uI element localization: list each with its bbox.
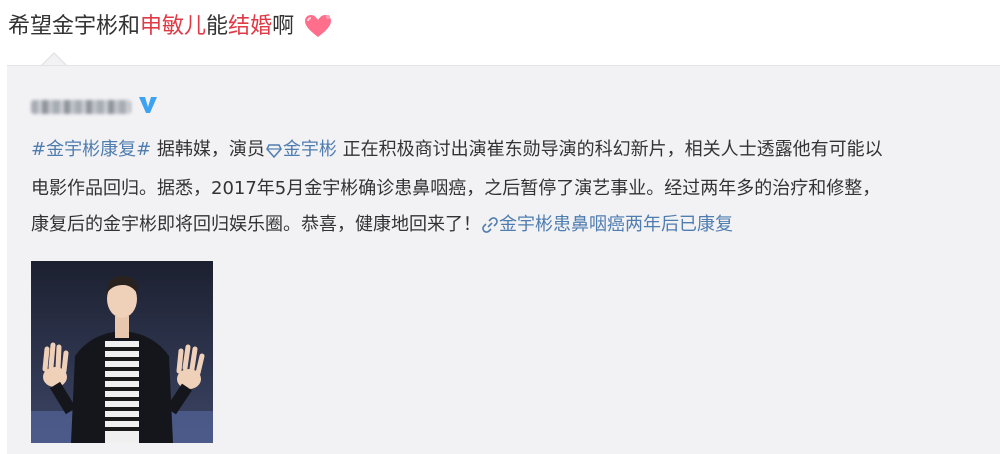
title-text-2: 能 xyxy=(206,14,229,39)
title-highlight-name: 申敏儿 xyxy=(140,14,207,39)
post-text-1a: 据韩媒，演员 xyxy=(151,139,265,160)
article-link[interactable]: 金宇彬患鼻咽癌两年后已康复 xyxy=(481,214,733,235)
diamond-icon xyxy=(266,135,282,171)
title-highlight-marry: 结婚 xyxy=(228,14,273,39)
author-name-blurred[interactable] xyxy=(31,100,131,114)
reposted-weibo: #金宇彬康复# 据韩媒，演员 金宇彬 正在积极商讨出演崔东勋导演的科幻新片，相关人… xyxy=(7,65,1000,454)
verified-icon xyxy=(137,95,159,119)
post-text-3: 康复后的金宇彬即将回归娱乐圈。恭喜，健康地回来了！ xyxy=(31,214,481,235)
mention-link[interactable]: 金宇彬 xyxy=(265,139,337,160)
post-photo[interactable] xyxy=(31,261,213,443)
mention-name: 金宇彬 xyxy=(282,139,337,160)
post-body: #金宇彬康复# 据韩媒，演员 金宇彬 正在积极商讨出演崔东勋导演的科幻新片，相关人… xyxy=(31,132,981,246)
title-text-3: 啊 xyxy=(272,14,295,39)
post-line-2: 电影作品回归。据悉，2017年5月金宇彬确诊患鼻咽癌，之后暂停了演艺事业。经过两… xyxy=(31,178,881,199)
topic-link[interactable]: #金宇彬康复# xyxy=(31,139,151,160)
link-icon xyxy=(482,210,498,246)
article-link-text: 金宇彬患鼻咽癌两年后已康复 xyxy=(499,214,733,235)
author-row xyxy=(31,96,159,118)
post-line-1: #金宇彬康复# 据韩媒，演员 金宇彬 正在积极商讨出演崔东勋导演的科幻新片，相关人… xyxy=(31,132,981,171)
heart-icon xyxy=(303,13,333,50)
title-text-1: 希望金宇彬和 xyxy=(8,14,141,39)
post-line-3: 康复后的金宇彬即将回归娱乐圈。恭喜，健康地回来了！ 金宇彬患鼻咽癌两年后已康复 xyxy=(31,207,981,246)
post-title: 希望金宇彬和申敏儿能结婚啊 xyxy=(8,10,333,50)
post-text-1b: 正在积极商讨出演崔东勋导演的科幻新片，相关人士透露他有可能以 xyxy=(336,139,883,160)
